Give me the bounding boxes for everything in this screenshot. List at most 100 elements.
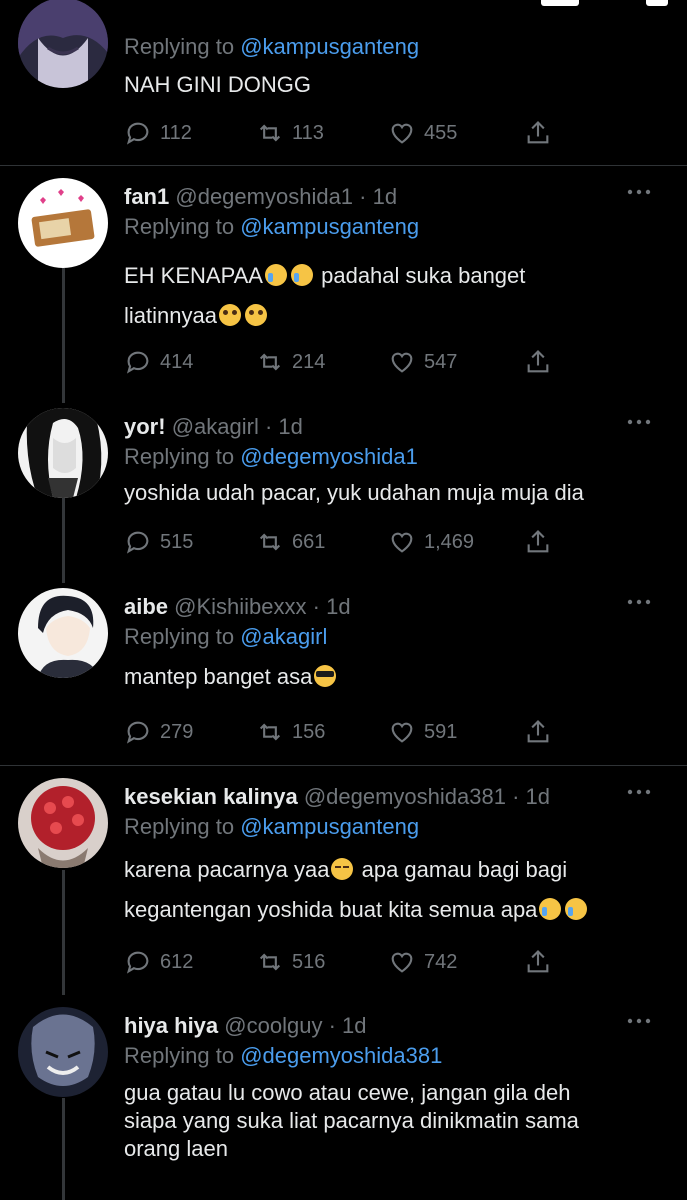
relieved-face-emoji — [331, 858, 354, 880]
reply-icon — [126, 531, 149, 554]
replying-label: Replying to — [124, 624, 235, 649]
retweet-button[interactable]: 214 — [256, 348, 325, 376]
share-icon — [527, 720, 549, 743]
like-button[interactable]: 1,469 — [388, 528, 474, 556]
avatar-image — [18, 778, 108, 868]
tweet-text-segment: apa gamau bagi bagi — [361, 857, 568, 882]
loudly-crying-emoji — [565, 898, 588, 920]
timestamp[interactable]: 1d — [342, 1013, 366, 1038]
share-button[interactable] — [524, 119, 552, 147]
share-button[interactable] — [524, 718, 552, 746]
retweet-count: 516 — [292, 950, 326, 973]
tweet-text-line: kegantengan yoshida buat kita semua apa — [124, 890, 669, 930]
share-button[interactable] — [524, 348, 552, 376]
avatar[interactable] — [18, 408, 108, 498]
like-button[interactable]: 742 — [388, 948, 457, 976]
tweet-text-segment: EH KENAPAA — [124, 263, 263, 288]
tweet[interactable]: kesekian kalinya @degemyoshida381 · 1d R… — [0, 766, 687, 996]
replying-to: Replying to @kampusganteng — [124, 214, 419, 240]
loudly-crying-emoji — [290, 264, 313, 286]
retweet-button[interactable]: 516 — [256, 948, 325, 976]
more-icon[interactable] — [626, 1015, 652, 1027]
replying-label: Replying to — [124, 34, 235, 59]
retweet-button[interactable]: 661 — [256, 528, 325, 556]
retweet-icon — [259, 723, 281, 741]
tweet[interactable]: Replying to @kampusganteng NAH GINI DONG… — [0, 0, 687, 165]
reply-to-link[interactable]: @kampusganteng — [240, 34, 419, 59]
like-button[interactable]: 547 — [388, 348, 457, 376]
tweet[interactable]: yor! @akagirl · 1d Replying to @degemyos… — [0, 396, 687, 586]
share-icon — [527, 121, 549, 144]
display-name[interactable]: aibe — [124, 594, 168, 619]
retweet-count: 156 — [292, 720, 326, 743]
display-name[interactable]: hiya hiya — [124, 1013, 218, 1038]
share-button[interactable] — [524, 528, 552, 556]
avatar[interactable] — [18, 0, 108, 88]
tweet-text-segment: padahal suka banget — [321, 263, 526, 288]
user-handle[interactable]: @degemyoshida381 — [304, 784, 506, 809]
separator-dot: · — [264, 414, 273, 439]
display-name[interactable]: yor! — [124, 414, 166, 439]
loudly-crying-emoji — [539, 898, 562, 920]
reply-icon — [126, 351, 149, 374]
reply-button[interactable]: 414 — [124, 348, 193, 376]
replying-to: Replying to @degemyoshida1 — [124, 444, 418, 470]
tweet-actions: 414 214 547 — [124, 348, 564, 378]
avatar[interactable] — [18, 1007, 108, 1097]
reply-count: 414 — [160, 350, 194, 373]
reply-to-link[interactable]: @degemyoshida1 — [240, 444, 418, 469]
tweet-header: aibe @Kishiibexxx · 1d — [124, 594, 351, 620]
reply-button[interactable]: 112 — [124, 119, 192, 147]
tweet-text: karena pacarnya yaa apa gamau bagi bagi … — [124, 850, 669, 930]
reply-button[interactable]: 515 — [124, 528, 193, 556]
user-handle[interactable]: @Kishiibexxx — [174, 594, 306, 619]
heart-icon — [391, 952, 413, 973]
avatar[interactable] — [18, 778, 108, 868]
user-handle[interactable]: @coolguy — [224, 1013, 322, 1038]
reply-button[interactable]: 612 — [124, 948, 193, 976]
avatar[interactable] — [18, 178, 108, 268]
reply-count: 279 — [160, 720, 194, 743]
reply-button[interactable]: 279 — [124, 718, 193, 746]
more-icon[interactable] — [626, 786, 652, 798]
reply-to-link[interactable]: @kampusganteng — [240, 214, 419, 239]
replying-label: Replying to — [124, 214, 235, 239]
tweet-text: gua gatau lu cowo atau cewe, jangan gila… — [124, 1079, 669, 1163]
tweet[interactable]: hiya hiya @coolguy · 1d Replying to @deg… — [0, 995, 687, 1200]
more-icon[interactable] — [626, 416, 652, 428]
reply-to-link[interactable]: @kampusganteng — [240, 814, 419, 839]
tweet-text-line: orang laen — [124, 1136, 228, 1161]
avatar[interactable] — [18, 588, 108, 678]
tweet-text: NAH GINI DONGG — [124, 73, 669, 97]
like-button[interactable]: 455 — [388, 119, 457, 147]
more-icon[interactable] — [626, 596, 652, 608]
tweet-text-line: siapa yang suka liat pacarnya dinikmatin… — [124, 1108, 579, 1133]
retweet-button[interactable]: 156 — [256, 718, 325, 746]
retweet-icon — [259, 953, 281, 971]
retweet-button[interactable]: 113 — [256, 119, 324, 147]
timestamp[interactable]: 1d — [373, 184, 397, 209]
separator-dot: · — [359, 184, 367, 209]
tweet-actions: 112 113 455 — [124, 119, 564, 149]
like-button[interactable]: 591 — [388, 718, 457, 746]
timestamp[interactable]: 1d — [278, 414, 302, 439]
reply-count: 112 — [160, 121, 192, 144]
avatar-image — [18, 408, 108, 498]
replying-to: Replying to @akagirl — [124, 624, 327, 650]
user-handle[interactable]: @degemyoshida1 — [175, 184, 353, 209]
timestamp[interactable]: 1d — [526, 784, 550, 809]
tweet-text-segment: mantep banget asa — [124, 664, 313, 689]
retweet-icon — [259, 353, 281, 371]
tweet[interactable]: aibe @Kishiibexxx · 1d Replying to @akag… — [0, 576, 687, 766]
reply-to-link[interactable]: @akagirl — [240, 624, 327, 649]
user-handle[interactable]: @akagirl — [172, 414, 259, 439]
reply-to-link[interactable]: @degemyoshida381 — [240, 1043, 442, 1068]
timestamp[interactable]: 1d — [326, 594, 350, 619]
display-name[interactable]: kesekian kalinya — [124, 784, 298, 809]
more-icon[interactable] — [626, 186, 652, 198]
reply-count: 612 — [160, 950, 194, 973]
like-count: 547 — [424, 350, 458, 373]
tweet[interactable]: fan1 @degemyoshida1 · 1d Replying to @ka… — [0, 166, 687, 406]
share-button[interactable] — [524, 948, 552, 976]
display-name[interactable]: fan1 — [124, 184, 169, 209]
